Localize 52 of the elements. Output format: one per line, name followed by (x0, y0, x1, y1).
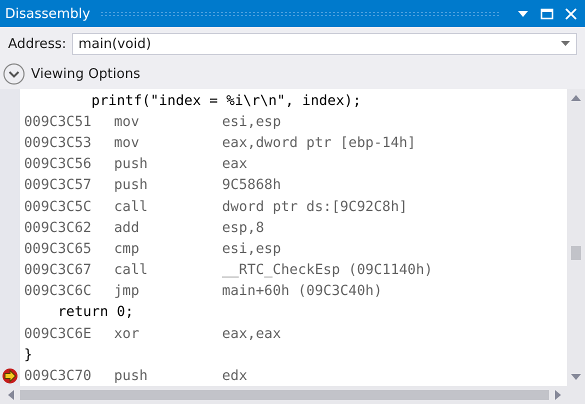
instruction-address: 009C3C62 (24, 220, 92, 236)
instruction-mnemonic: mov (114, 134, 140, 151)
source-line: return 0; (56, 304, 134, 320)
instruction-operands: eax,dword ptr [ebp-14h] (222, 134, 416, 151)
instruction-mnemonic: xor (114, 326, 140, 342)
instruction-mnemonic: cmp (114, 240, 140, 257)
address-label: Address: (8, 36, 66, 52)
horizontal-scrollbar[interactable] (0, 386, 585, 404)
source-line: printf("index = %i\r\n", index); (90, 92, 362, 109)
scroll-down-icon[interactable] (571, 374, 581, 380)
instruction-operands: __RTC_CheckEsp (09C1140h) (222, 262, 433, 278)
instruction-mnemonic: call (114, 262, 149, 278)
instruction-address: 009C3C67 (24, 262, 92, 278)
breakpoint-arrow-icon[interactable] (2, 368, 18, 384)
instruction-mnemonic: call (114, 198, 149, 215)
expand-chevron-icon[interactable] (3, 62, 25, 84)
instruction-address: 009C3C65 (24, 240, 92, 257)
instruction-mnemonic: mov (114, 114, 140, 130)
instruction-operands: esi,esp (222, 240, 282, 257)
scroll-thumb[interactable] (571, 246, 581, 260)
scroll-up-icon[interactable] (571, 95, 581, 101)
instruction-mnemonic: add (114, 220, 140, 236)
address-combobox[interactable]: main(void) (72, 32, 577, 54)
instruction-operands: eax,eax (222, 326, 282, 342)
instruction-address: 009C3C56 (24, 156, 92, 172)
instruction-operands: 9C5868h (222, 177, 282, 194)
instruction-address: 009C3C70 (24, 368, 92, 384)
instruction-mnemonic: push (114, 156, 149, 172)
source-line: } (24, 346, 32, 363)
scroll-thumb[interactable] (20, 390, 549, 400)
instruction-operands: eax (222, 156, 248, 172)
scroll-left-icon[interactable] (8, 390, 14, 400)
dropdown-arrow-icon[interactable] (561, 41, 570, 46)
scroll-right-icon[interactable] (555, 390, 561, 400)
instruction-address: 009C3C51 (24, 114, 92, 130)
window-title: Disassembly (5, 6, 90, 22)
instruction-operands: main+60h (09C3C40h) (222, 283, 382, 300)
instruction-mnemonic: push (114, 177, 149, 194)
instruction-address: 009C3C57 (24, 177, 92, 194)
viewing-options-toggle[interactable]: Viewing Options (31, 66, 140, 82)
instruction-operands: esi,esp (222, 114, 282, 130)
instruction-operands: esp,8 (222, 220, 264, 236)
instruction-address: 009C3C6C (24, 283, 92, 300)
instruction-operands: edx (222, 368, 248, 384)
instruction-operands: dword ptr ds:[9C92C8h] (222, 198, 408, 215)
instruction-address: 009C3C53 (24, 134, 92, 151)
instruction-mnemonic: push (114, 368, 149, 384)
vertical-scrollbar[interactable] (567, 89, 585, 386)
instruction-address: 009C3C5C (24, 198, 92, 215)
instruction-address: 009C3C6E (24, 326, 92, 342)
instruction-mnemonic: jmp (114, 283, 140, 300)
close-icon[interactable] (563, 6, 579, 22)
